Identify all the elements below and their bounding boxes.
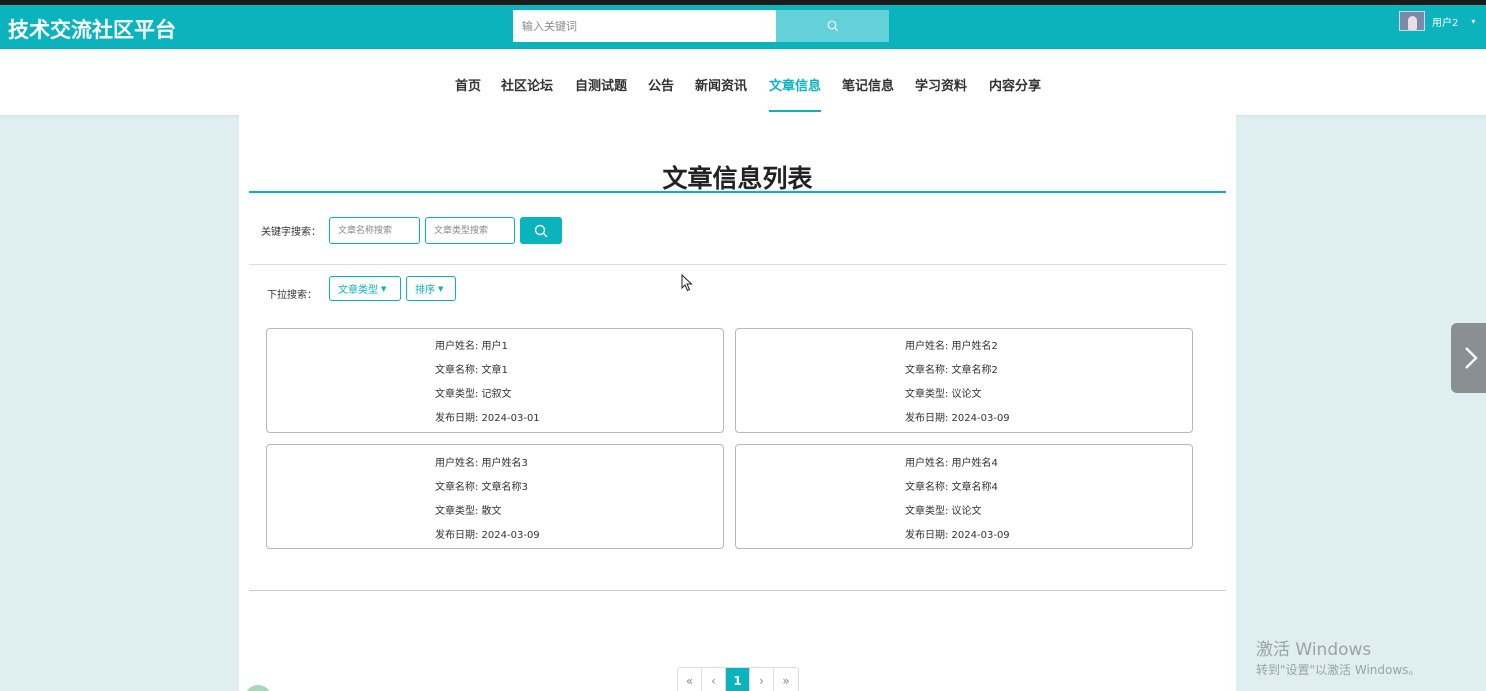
- watermark-title: 激活 Windows: [1256, 640, 1372, 660]
- list-divider: [249, 590, 1226, 591]
- card-user-name: 用户姓名: 用户姓名4: [905, 458, 998, 469]
- section-divider: [249, 264, 1226, 265]
- active-nav-indicator: [769, 110, 821, 112]
- card-publish-date: 发布日期: 2024-03-09: [905, 413, 1010, 424]
- nav-item-news[interactable]: 新闻资讯: [695, 75, 747, 94]
- sort-dropdown[interactable]: 排序 ▼: [406, 276, 456, 301]
- keyword-search-button[interactable]: [520, 217, 562, 244]
- article-card[interactable]: 用户姓名: 用户姓名3 文章名称: 文章名称3 文章类型: 散文 发布日期: 2…: [266, 444, 724, 549]
- pagination-last[interactable]: »: [774, 668, 798, 691]
- pagination-prev[interactable]: ‹: [702, 668, 726, 691]
- article-card[interactable]: 用户姓名: 用户姓名2 文章名称: 文章名称2 文章类型: 议论文 发布日期: …: [735, 328, 1193, 433]
- article-card[interactable]: 用户姓名: 用户姓名4 文章名称: 文章名称4 文章类型: 议论文 发布日期: …: [735, 444, 1193, 549]
- card-article-type: 文章类型: 议论文: [905, 389, 982, 400]
- title-divider: [249, 191, 1226, 193]
- top-header: 技术交流社区平台 用户2 ▾: [0, 5, 1486, 49]
- watermark-subtitle: 转到"设置"以激活 Windows。: [1256, 663, 1421, 677]
- card-user-name: 用户姓名: 用户姓名2: [905, 341, 998, 352]
- article-type-dropdown[interactable]: 文章类型 ▼: [329, 276, 401, 301]
- card-article-type: 文章类型: 议论文: [905, 506, 982, 517]
- card-user-name: 用户姓名: 用户姓名3: [435, 458, 528, 469]
- nav-item-home[interactable]: 首页: [455, 75, 481, 94]
- global-search-input[interactable]: [513, 10, 776, 42]
- card-publish-date: 发布日期: 2024-03-09: [905, 530, 1010, 541]
- chevron-right-icon: [1465, 347, 1478, 369]
- keyword-search-label: 关键字搜索：: [261, 227, 321, 238]
- card-article-type: 文章类型: 散文: [435, 506, 502, 517]
- global-search: [513, 10, 889, 42]
- nav-item-articles[interactable]: 文章信息: [769, 75, 821, 94]
- card-article-name: 文章名称: 文章名称3: [435, 482, 528, 493]
- main-nav: 首页 社区论坛 自测试题 公告 新闻资讯 文章信息 笔记信息 学习资料 内容分享: [0, 49, 1486, 115]
- card-publish-date: 发布日期: 2024-03-01: [435, 413, 540, 424]
- search-icon: [534, 224, 548, 237]
- user-menu[interactable]: 用户2 ▾: [1399, 9, 1475, 33]
- nav-item-share[interactable]: 内容分享: [989, 75, 1041, 94]
- windows-activation-watermark: 激活 Windows 转到"设置"以激活 Windows。: [1256, 635, 1420, 678]
- pagination-first[interactable]: «: [678, 668, 702, 691]
- nav-item-materials[interactable]: 学习资料: [915, 75, 967, 94]
- chevron-down-icon: ▾: [1471, 16, 1476, 26]
- avatar: [1399, 11, 1425, 31]
- page-title: 文章信息列表: [662, 164, 813, 193]
- pagination-next[interactable]: ›: [750, 668, 774, 691]
- nav-item-forum[interactable]: 社区论坛: [501, 75, 553, 94]
- pagination-page-current[interactable]: 1: [726, 668, 750, 691]
- user-name: 用户2: [1432, 17, 1459, 29]
- nav-item-notice[interactable]: 公告: [648, 75, 674, 94]
- card-publish-date: 发布日期: 2024-03-09: [435, 530, 540, 541]
- article-type-dropdown-label: 文章类型: [338, 285, 378, 296]
- article-name-search-input[interactable]: [329, 217, 420, 244]
- card-article-name: 文章名称: 文章名称2: [905, 365, 998, 376]
- mouse-cursor-icon: [681, 274, 693, 292]
- nav-item-notes[interactable]: 笔记信息: [842, 75, 894, 94]
- global-search-button[interactable]: [776, 10, 889, 42]
- article-type-search-input[interactable]: [425, 217, 515, 244]
- card-article-name: 文章名称: 文章名称4: [905, 482, 998, 493]
- card-article-type: 文章类型: 记叙文: [435, 389, 512, 400]
- article-card[interactable]: 用户姓名: 用户1 文章名称: 文章1 文章类型: 记叙文 发布日期: 2024…: [266, 328, 724, 433]
- site-brand[interactable]: 技术交流社区平台: [8, 14, 176, 44]
- sort-dropdown-label: 排序: [415, 285, 435, 296]
- nav-item-quiz[interactable]: 自测试题: [575, 75, 627, 94]
- card-article-name: 文章名称: 文章1: [435, 365, 508, 376]
- main-content: 文章信息列表 关键字搜索： 下拉搜索： 文章类型 ▼ 排序 ▼ 用户姓名: 用户…: [239, 115, 1236, 691]
- caret-down-icon: ▼: [381, 284, 387, 293]
- dropdown-search-label: 下拉搜索：: [267, 290, 317, 301]
- search-icon: [827, 20, 838, 32]
- pagination: « ‹ 1 › »: [677, 667, 799, 691]
- caret-down-icon: ▼: [438, 284, 444, 293]
- next-slide-button[interactable]: [1451, 323, 1486, 393]
- card-user-name: 用户姓名: 用户1: [435, 341, 508, 352]
